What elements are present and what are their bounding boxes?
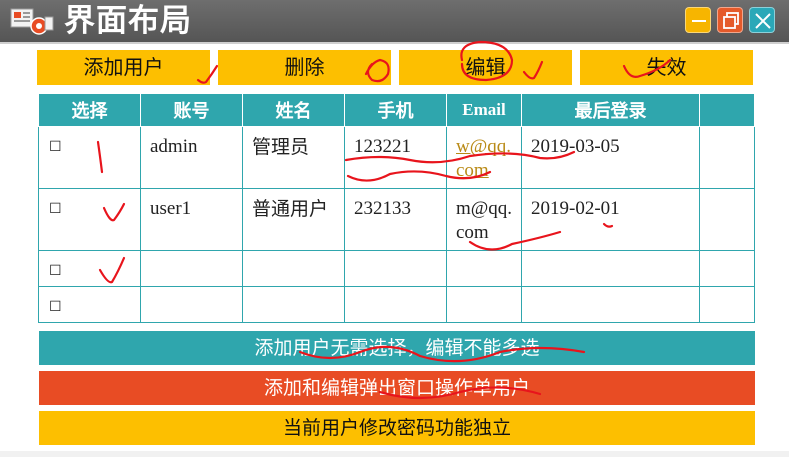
disable-button[interactable]: 失效 <box>580 50 753 85</box>
cell-name: 普通用户 <box>242 188 345 251</box>
table-header-row: 选择 账号 姓名 手机 Email 最后登录 <box>38 93 755 127</box>
column-header-extra <box>699 93 755 127</box>
cell-extra <box>699 126 755 189</box>
cell-account <box>140 250 243 287</box>
column-header-last-login: 最后登录 <box>521 93 700 127</box>
table-row[interactable]: ☐ <box>38 250 755 287</box>
row-checkbox[interactable]: ☐ <box>49 201 62 217</box>
cell-account: admin <box>140 126 243 189</box>
column-header-select: 选择 <box>38 93 141 127</box>
cell-phone <box>344 286 447 323</box>
cell-last-login <box>521 286 700 323</box>
minimize-icon <box>692 20 706 22</box>
cell-account <box>140 286 243 323</box>
maximize-icon <box>723 12 739 29</box>
cell-email <box>446 286 522 323</box>
maximize-button[interactable] <box>717 7 743 33</box>
email-link[interactable]: w@qq.com <box>456 136 511 181</box>
cell-phone: 232133 <box>344 188 447 251</box>
cell-extra <box>699 250 755 287</box>
row-checkbox[interactable]: ☐ <box>49 299 62 315</box>
row-checkbox[interactable]: ☐ <box>49 263 62 279</box>
note-password-independent: 当前用户修改密码功能独立 <box>39 411 755 445</box>
cell-last-login <box>521 250 700 287</box>
cell-account: user1 <box>140 188 243 251</box>
page-title: 界面布局 <box>64 3 192 39</box>
cell-extra <box>699 188 755 251</box>
column-header-name: 姓名 <box>242 93 345 127</box>
title-bar: 界面布局 <box>0 0 789 44</box>
add-user-button[interactable]: 添加用户 <box>37 50 210 85</box>
slides-app-icon <box>10 8 54 35</box>
cell-name <box>242 250 345 287</box>
note-add-edit-selection: 添加用户无需选择，编辑不能多选 <box>39 331 755 365</box>
note-popup-single-user: 添加和编辑弹出窗口操作单用户 <box>39 371 755 405</box>
cell-last-login: 2019-03-05 <box>521 126 700 189</box>
column-header-email: Email <box>446 93 522 127</box>
row-checkbox[interactable]: ☐ <box>49 139 62 155</box>
table-row[interactable]: ☐ admin 管理员 123221 w@qq.com 2019-03-05 <box>38 126 755 189</box>
close-button[interactable] <box>749 7 775 33</box>
cell-phone: 123221 <box>344 126 447 189</box>
cell-name: 管理员 <box>242 126 345 189</box>
cell-last-login: 2019-02-01 <box>521 188 700 251</box>
minimize-button[interactable] <box>685 7 711 33</box>
cell-email <box>446 250 522 287</box>
column-header-account: 账号 <box>140 93 243 127</box>
close-icon <box>755 13 771 29</box>
user-table: 选择 账号 姓名 手机 Email 最后登录 ☐ admin 管理员 12322… <box>38 93 755 323</box>
status-strip <box>0 451 789 457</box>
table-row[interactable]: ☐ user1 普通用户 232133 m@qq.com 2019-02-01 <box>38 188 755 251</box>
cell-email: m@qq.com <box>446 188 522 251</box>
cell-extra <box>699 286 755 323</box>
table-row[interactable]: ☐ <box>38 286 755 323</box>
cell-phone <box>344 250 447 287</box>
cell-name <box>242 286 345 323</box>
edit-button[interactable]: 编辑 <box>399 50 572 85</box>
column-header-phone: 手机 <box>344 93 447 127</box>
delete-button[interactable]: 删除 <box>218 50 391 85</box>
